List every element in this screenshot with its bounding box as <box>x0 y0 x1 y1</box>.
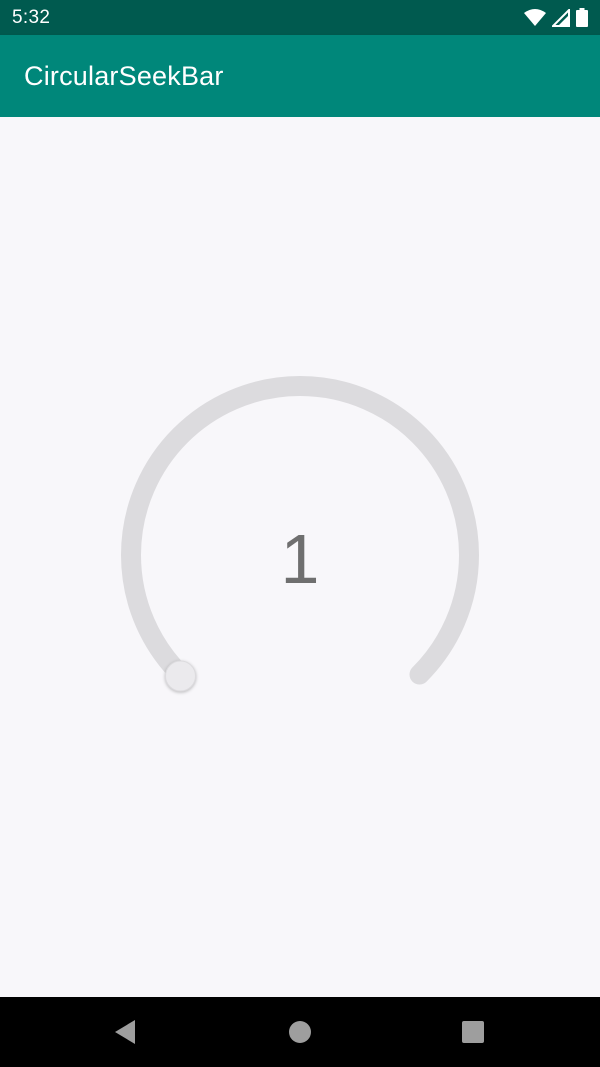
back-icon <box>115 1020 135 1044</box>
back-button[interactable] <box>85 997 165 1067</box>
circular-seekbar[interactable]: 1 <box>0 117 600 997</box>
main-content: 1 <box>0 117 600 997</box>
status-time: 5:32 <box>12 6 51 28</box>
recents-button[interactable] <box>433 997 513 1067</box>
wifi-icon <box>524 8 546 26</box>
home-icon <box>289 1021 311 1043</box>
status-bar: 5:32 <box>0 0 600 35</box>
status-icons <box>524 8 588 27</box>
app-bar: CircularSeekBar <box>0 35 600 117</box>
seekbar-value: 1 <box>280 520 320 598</box>
signal-icon <box>552 8 570 27</box>
app-title: CircularSeekBar <box>24 60 224 91</box>
recents-icon <box>462 1021 484 1043</box>
battery-icon <box>576 8 588 27</box>
home-button[interactable] <box>260 997 340 1067</box>
navigation-bar <box>0 997 600 1067</box>
seekbar-thumb <box>165 660 196 692</box>
